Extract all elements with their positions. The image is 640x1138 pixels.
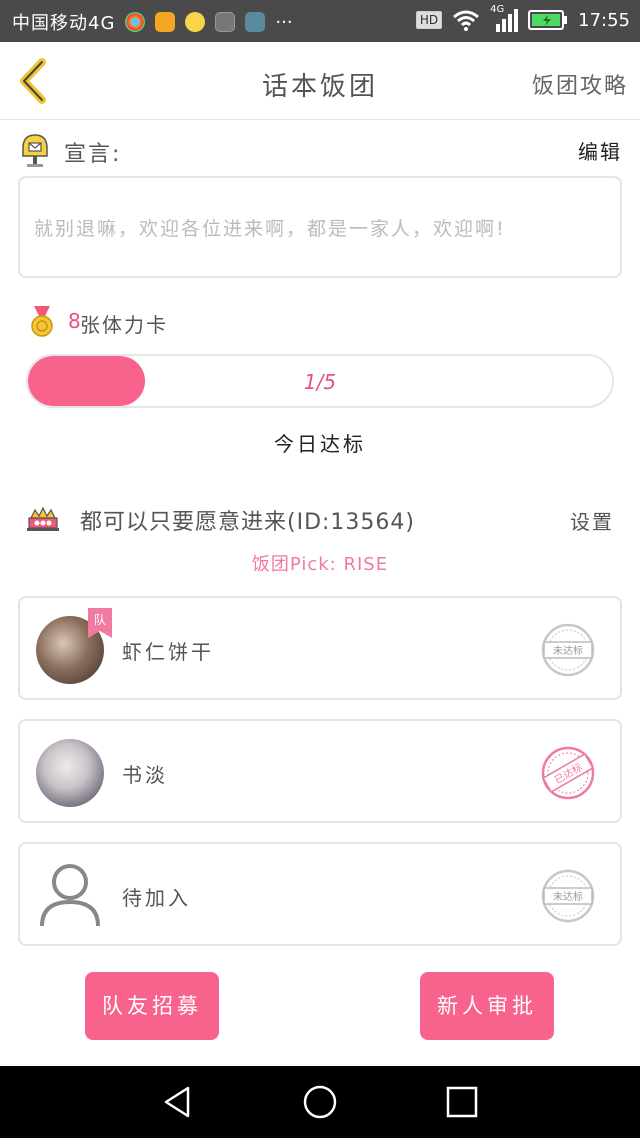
- status-bar: 中国移动4G ··· HD 4G 17:55: [0, 0, 640, 42]
- bulb-app-icon: [185, 12, 206, 32]
- member-name: 虾仁饼干: [122, 640, 214, 664]
- leader-badge-label: 队: [94, 612, 106, 627]
- wifi-icon: [453, 10, 480, 31]
- approve-button[interactable]: 新人审批: [420, 972, 554, 1040]
- declaration-label: 宣言:: [64, 142, 122, 167]
- system-nav-bar: [0, 1066, 640, 1138]
- avatar: [36, 739, 104, 807]
- browser-app-icon: [125, 12, 146, 32]
- reached-stamp: 已达标: [541, 746, 595, 800]
- member-name: 待加入: [122, 886, 191, 910]
- stamina-count: 8: [68, 309, 81, 333]
- nav-back-icon[interactable]: [160, 1084, 196, 1120]
- leader-badge: 队: [88, 608, 112, 638]
- not-reached-stamp: 未达标: [541, 869, 595, 923]
- declaration-box[interactable]: 就别退嘛，欢迎各位进来啊，都是一家人，欢迎啊!: [18, 176, 622, 278]
- member-card[interactable]: 队 虾仁饼干 未达标: [18, 596, 622, 700]
- declaration-text: 就别退嘛，欢迎各位进来啊，都是一家人，欢迎啊!: [34, 218, 506, 240]
- today-status-label: 今日达标: [274, 432, 366, 456]
- progress-text: 1/5: [303, 370, 337, 394]
- top-bar: 话本饭团 饭团攻略: [0, 42, 640, 120]
- nav-recents-icon[interactable]: [444, 1084, 480, 1120]
- medal-icon: [31, 306, 53, 337]
- recruit-button[interactable]: 队友招募: [85, 972, 219, 1040]
- hd-icon: HD: [415, 11, 443, 29]
- stamp-label: 未达标: [553, 645, 583, 657]
- stamina-label: 张体力卡: [80, 313, 168, 337]
- member-name: 书淡: [122, 763, 168, 787]
- clock: 17:55: [578, 9, 630, 31]
- notes-app-icon: [155, 12, 176, 32]
- not-reached-stamp: 未达标: [541, 623, 595, 677]
- group-settings-button[interactable]: 设置: [570, 506, 614, 535]
- declaration-header: 宣言: 编辑: [18, 130, 622, 170]
- carrier-label: 中国移动4G: [12, 13, 116, 34]
- empty-member-slot[interactable]: 待加入 未达标: [18, 842, 622, 946]
- guide-link[interactable]: 饭团攻略: [532, 68, 628, 100]
- edit-declaration-button[interactable]: 编辑: [578, 136, 622, 165]
- team-icon: [27, 506, 59, 531]
- group-name: 都可以只要愿意进来(ID:13564): [80, 510, 415, 535]
- person-placeholder-icon: [40, 864, 100, 926]
- member-card[interactable]: 书淡 已达标: [18, 719, 622, 823]
- group-header: 都可以只要愿意进来(ID:13564) 设置: [26, 500, 614, 540]
- mailbox-icon: [22, 134, 48, 167]
- signal-icon: [496, 9, 519, 32]
- stamp-label: 未达标: [553, 891, 583, 903]
- stamina-progress-bar: 1/5: [26, 354, 614, 408]
- more-icon: ···: [275, 11, 293, 33]
- group-pick: 饭团Pick: RISE: [251, 554, 389, 575]
- photo-app-icon: [215, 12, 236, 32]
- camera-app-icon: [245, 12, 266, 32]
- battery-icon: [528, 10, 568, 30]
- nav-home-icon[interactable]: [302, 1084, 338, 1120]
